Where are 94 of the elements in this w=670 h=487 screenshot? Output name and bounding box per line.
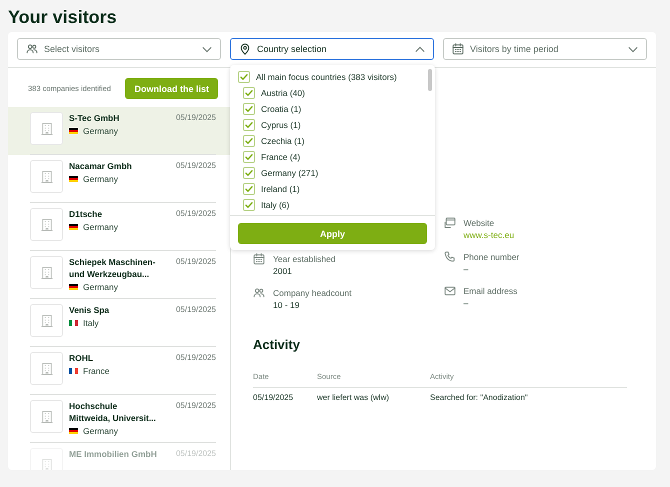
country-name: France	[83, 366, 110, 376]
country-name: Italy	[83, 318, 99, 328]
field-value: 10 - 19	[273, 299, 300, 311]
calendar-icon	[253, 253, 265, 265]
field-label: Email address	[464, 285, 518, 297]
option-label: Cyprus (1)	[261, 120, 301, 130]
company-list-item[interactable]: Nacamar Gmbh 05/19/2025 Germany	[8, 155, 230, 203]
chevron-down-icon	[628, 46, 638, 52]
visit-date: 05/19/2025	[176, 400, 216, 412]
company-name: Hochschule Mittweida, Universit...	[69, 400, 157, 424]
country-name: Germany	[83, 174, 118, 184]
dropdown-label: Select visitors	[44, 44, 101, 54]
table-cell-text: 05/19/2025	[253, 392, 294, 404]
field-label: Year established	[273, 253, 336, 265]
company-name: S-Tec GmbH	[69, 112, 120, 124]
browser-window-icon	[444, 217, 456, 229]
people-icon	[26, 43, 38, 55]
visit-date: 05/19/2025	[176, 112, 216, 124]
map-pin-icon	[239, 43, 251, 55]
dropdown-field[interactable]: Visitors by time period	[443, 38, 647, 60]
company-name: ROHL	[69, 352, 94, 364]
flag-icon	[69, 284, 78, 290]
checkbox[interactable]	[238, 71, 250, 83]
company-list-item[interactable]: D1tsche 05/19/2025 Germany	[8, 203, 230, 251]
option-label: Czechia (1)	[261, 136, 304, 146]
checkbox[interactable]	[243, 135, 255, 147]
visit-date: 05/19/2025	[176, 208, 216, 220]
flag-icon	[69, 128, 78, 134]
calendar-icon	[452, 43, 464, 55]
company-name: Venis Spa	[69, 304, 110, 316]
dropdown-field[interactable]: Select visitors	[17, 38, 221, 60]
dropdown-label: Visitors by time period	[470, 44, 560, 54]
visit-date: 05/19/2025	[176, 256, 216, 268]
company-name: D1tsche	[69, 208, 102, 220]
flag-icon	[69, 320, 78, 326]
option-label: All main focus countries (383 visitors)	[256, 72, 397, 82]
building-icon	[30, 352, 63, 385]
table-cell-text: wer liefert was (wlw)	[317, 392, 390, 404]
chevron-down-icon	[202, 46, 212, 52]
building-icon	[30, 400, 63, 433]
company-list-item[interactable]: Hochschule Mittweida, Universit... 05/19/2025 Germany	[8, 395, 230, 443]
field-label: Phone number	[464, 251, 520, 263]
field-label: Website	[464, 217, 496, 229]
checkbox[interactable]	[243, 103, 255, 115]
phone-icon	[444, 251, 456, 263]
company-name: ME Immobilien GmbH	[69, 448, 157, 460]
company-name: Schiepek Maschinen- und Werkzeugbau...	[69, 256, 156, 280]
visit-date: 05/19/2025	[176, 304, 216, 316]
field-value: –	[464, 297, 470, 309]
option-label: Croatia (1)	[261, 104, 302, 114]
building-icon	[30, 256, 63, 289]
scrollbar[interactable]	[428, 69, 432, 91]
visit-date: 05/19/2025	[176, 448, 216, 460]
country-name: Germany	[83, 282, 118, 292]
option-label: Italy (6)	[261, 200, 290, 210]
dropdown-field[interactable]: Country selection	[230, 38, 434, 60]
checkbox[interactable]	[243, 87, 255, 99]
flag-icon	[69, 368, 78, 374]
option-label: France (4)	[261, 152, 300, 162]
field-value: 2001	[273, 265, 293, 277]
chevron-up-icon	[415, 46, 425, 52]
company-list-item[interactable]: S-Tec GmbH 05/19/2025 Germany	[8, 107, 230, 155]
section-heading: Activity	[253, 337, 301, 353]
country-name: Germany	[83, 222, 118, 232]
company-name: Nacamar Gmbh	[69, 160, 132, 172]
checkbox[interactable]	[243, 151, 255, 163]
people-icon	[253, 287, 265, 299]
company-list-item[interactable]: ROHL 05/19/2025 France	[8, 347, 230, 395]
building-icon	[30, 208, 63, 241]
field-label: Company headcount	[273, 287, 352, 299]
building-icon	[30, 304, 63, 337]
visit-date: 05/19/2025	[176, 352, 216, 364]
flag-icon	[69, 176, 78, 182]
building-icon	[30, 112, 63, 145]
flag-icon	[69, 224, 78, 230]
company-list-item[interactable]: Venis Spa 05/19/2025 Italy	[8, 299, 230, 347]
option-label: Germany (271)	[261, 168, 318, 178]
company-list-item[interactable]: Schiepek Maschinen- und Werkzeugbau... 05/19/2025 Germany	[8, 251, 230, 299]
page-title: Your visitors	[8, 6, 118, 29]
dropdown-label: Country selection	[257, 44, 328, 54]
building-icon	[30, 160, 63, 193]
country-name: Germany	[83, 126, 118, 136]
checkbox[interactable]	[243, 199, 255, 211]
envelope-icon	[444, 285, 456, 297]
checkbox[interactable]	[243, 119, 255, 131]
country-name: Germany	[83, 426, 118, 436]
table-cell: Searched for: "Anodization"	[430, 392, 528, 404]
checkbox[interactable]	[243, 183, 255, 195]
flag-icon	[69, 428, 78, 434]
checkbox[interactable]	[243, 167, 255, 179]
option-label: Austria (40)	[261, 88, 305, 98]
field-value: –	[464, 263, 470, 275]
option-label: Ireland (1)	[261, 184, 300, 194]
visit-date: 05/19/2025	[176, 160, 216, 172]
